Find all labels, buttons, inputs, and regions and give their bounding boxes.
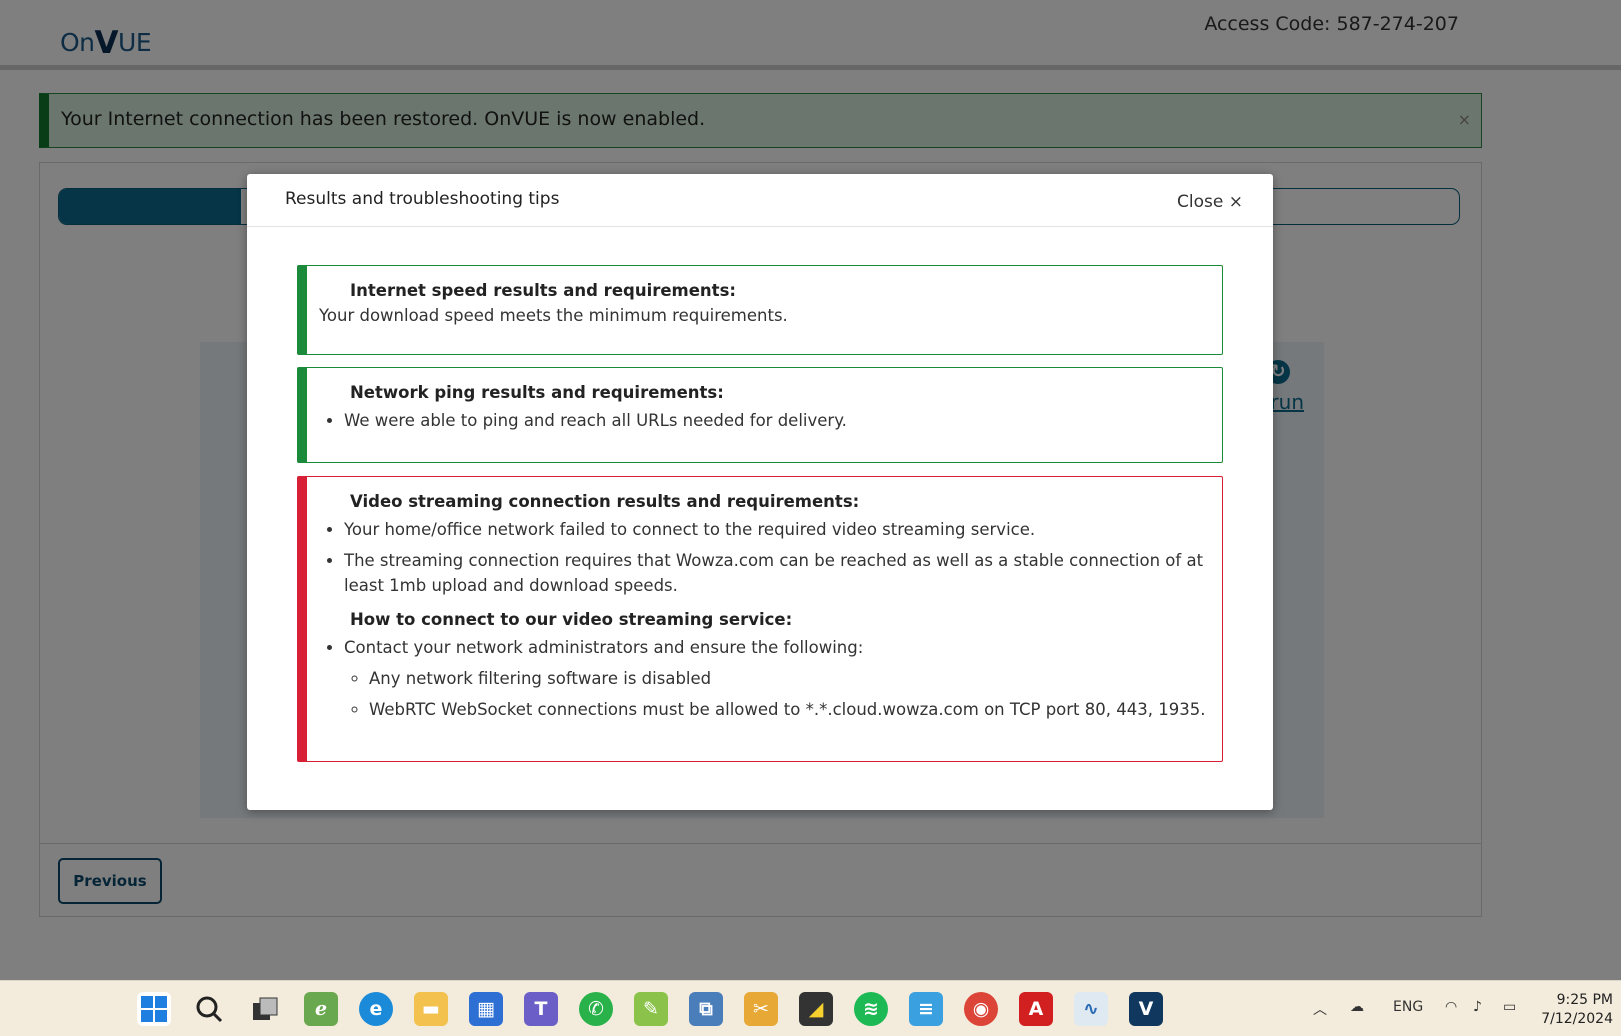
windows-start-icon[interactable] — [137, 992, 171, 1026]
list-item: Contact your network administrators and … — [344, 635, 1222, 722]
list-item: Any network filtering software is disabl… — [369, 666, 1222, 691]
result-bullets: We were able to ping and reach all URLs … — [344, 408, 1222, 433]
list-item: WebRTC WebSocket connections must be all… — [369, 697, 1222, 722]
list-item: Your home/office network failed to conne… — [344, 517, 1222, 542]
language-indicator[interactable]: ENG — [1393, 999, 1423, 1015]
paint-icon[interactable]: ✎ — [634, 992, 668, 1026]
acrobat-icon[interactable]: A — [1019, 992, 1053, 1026]
how-to-connect-heading: How to connect to our video streaming se… — [350, 610, 793, 629]
onvue-icon[interactable]: V — [1129, 992, 1163, 1026]
how-to-connect-bullets: Contact your network administrators and … — [344, 635, 1222, 722]
chevron-up-icon[interactable]: ︿ — [1313, 999, 1327, 1019]
clock[interactable]: 9:25 PM 7/12/2024 — [1541, 991, 1613, 1029]
teams-icon[interactable]: T — [524, 992, 558, 1026]
result-heading: Network ping results and requirements: — [350, 383, 724, 402]
video-streaming-result: Video streaming connection results and r… — [297, 476, 1223, 762]
list-item: We were able to ping and reach all URLs … — [344, 408, 1222, 433]
result-text: Your download speed meets the minimum re… — [319, 306, 788, 325]
onedrive-icon[interactable]: ☁ — [1350, 999, 1364, 1015]
windows-taskbar: ℯ e ▬ ▦ T ✆ ✎ ⧉ ✂ ◢ ≋ ≡ ◉ A ∿ V ︿ ☁ ENG … — [0, 980, 1621, 1036]
sticky-notes-icon[interactable]: ◢ — [799, 992, 833, 1026]
tools-icon[interactable]: ✂ — [744, 992, 778, 1026]
modal-header: Results and troubleshooting tips Close × — [247, 174, 1273, 227]
result-bullets: Your home/office network failed to conne… — [344, 517, 1222, 598]
search-icon[interactable] — [192, 992, 226, 1026]
sub-bullets: Any network filtering software is disabl… — [369, 666, 1222, 722]
modal-title: Results and troubleshooting tips — [285, 189, 560, 209]
battery-icon[interactable]: ▭ — [1503, 999, 1516, 1015]
list-item-text: Contact your network administrators and … — [344, 638, 864, 657]
clock-date: 7/12/2024 — [1541, 1011, 1613, 1027]
edraw-icon[interactable]: ℯ — [304, 992, 338, 1026]
store-icon[interactable]: ▦ — [469, 992, 503, 1026]
result-heading: Internet speed results and requirements: — [350, 281, 736, 300]
task-view-icon[interactable] — [248, 992, 282, 1026]
resource-monitor-icon[interactable]: ∿ — [1074, 992, 1108, 1026]
volume-icon[interactable]: ♪ — [1473, 999, 1482, 1015]
internet-speed-result: Internet speed results and requirements:… — [297, 265, 1223, 355]
result-heading: Video streaming connection results and r… — [350, 492, 860, 511]
whatsapp-icon[interactable]: ✆ — [579, 992, 613, 1026]
modal-close-button[interactable]: Close × — [1177, 192, 1243, 212]
spotify-icon[interactable]: ≋ — [854, 992, 888, 1026]
remote-desktop-icon[interactable]: ⧉ — [689, 992, 723, 1026]
troubleshooting-modal: Results and troubleshooting tips Close ×… — [247, 174, 1273, 810]
list-item: The streaming connection requires that W… — [344, 548, 1222, 598]
wifi-icon[interactable]: ◠ — [1445, 999, 1457, 1015]
network-ping-result: Network ping results and requirements: W… — [297, 367, 1223, 463]
notepad-icon[interactable]: ≡ — [909, 992, 943, 1026]
file-explorer-icon[interactable]: ▬ — [414, 992, 448, 1026]
clock-time: 9:25 PM — [1556, 992, 1613, 1008]
edge-icon[interactable]: e — [359, 992, 393, 1026]
chrome-icon[interactable]: ◉ — [964, 992, 998, 1026]
